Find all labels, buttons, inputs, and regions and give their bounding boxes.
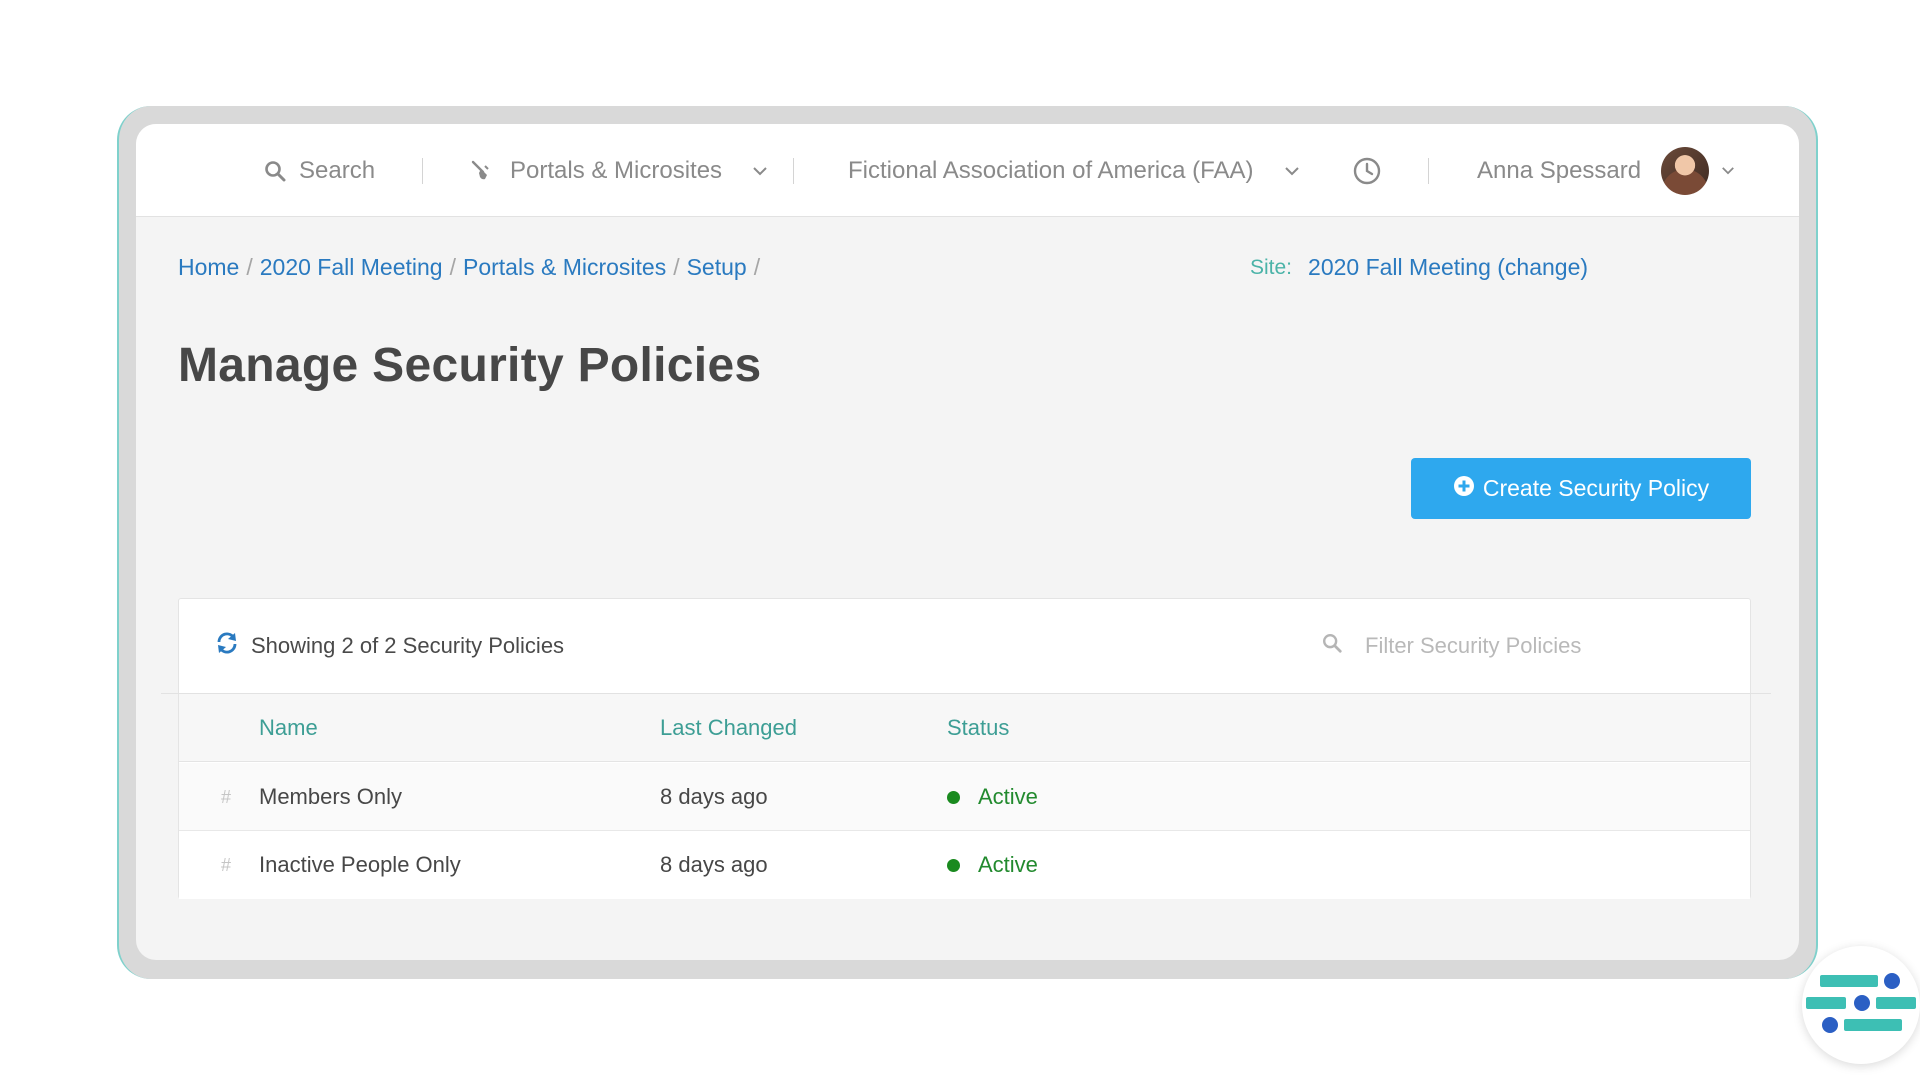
app-window: Search Portals & Microsites Fictional As… xyxy=(136,124,1920,1064)
breadcrumb-separator: / xyxy=(449,254,456,280)
status-dot-icon xyxy=(947,858,960,872)
divider xyxy=(422,158,423,184)
filter-input[interactable] xyxy=(1365,633,1665,659)
row-drag-handle[interactable]: # xyxy=(221,763,231,831)
clock-icon xyxy=(1352,156,1382,186)
results-count-text: Showing 2 of 2 Security Policies xyxy=(251,633,565,658)
refresh-icon[interactable] xyxy=(215,631,239,661)
breadcrumb-separator: / xyxy=(753,254,761,280)
help-widget-icon xyxy=(1802,973,1920,1068)
plug-icon xyxy=(470,159,494,183)
plus-circle-icon xyxy=(1453,475,1475,503)
breadcrumb-separator: / xyxy=(246,254,253,280)
divider xyxy=(793,158,794,184)
column-header-name[interactable]: Name xyxy=(259,694,318,762)
status-text: Active xyxy=(978,852,1038,877)
chevron-down-icon xyxy=(1721,166,1735,175)
chevron-down-icon xyxy=(752,166,768,176)
last-changed: 8 days ago xyxy=(660,784,768,809)
site-change-link[interactable]: 2020 Fall Meeting (change) xyxy=(1308,254,1588,281)
breadcrumb-portals[interactable]: Portals & Microsites xyxy=(463,254,666,281)
search-icon xyxy=(1321,632,1343,660)
row-drag-handle[interactable]: # xyxy=(221,831,231,899)
filter-box xyxy=(1321,599,1665,693)
column-header-status[interactable]: Status xyxy=(947,694,1009,762)
table-header: Name Last Changed Status xyxy=(179,694,1750,762)
create-security-policy-button[interactable]: Create Security Policy xyxy=(1411,458,1751,519)
breadcrumb-separator: / xyxy=(673,254,680,280)
site-label: Site: xyxy=(1250,256,1293,279)
breadcrumb-meeting[interactable]: 2020 Fall Meeting xyxy=(260,254,443,281)
avatar xyxy=(1661,146,1710,195)
global-search[interactable]: Search xyxy=(263,124,375,217)
policy-name[interactable]: Inactive People Only xyxy=(259,831,461,899)
breadcrumb-setup[interactable]: Setup xyxy=(687,254,747,281)
breadcrumb-home[interactable]: Home xyxy=(178,254,239,281)
table-row[interactable]: # Inactive People Only 8 days ago Active xyxy=(179,831,1750,899)
organization-label: Fictional Association of America (FAA) xyxy=(848,156,1254,184)
results-summary: Showing 2 of 2 Security Policies xyxy=(215,599,564,693)
help-widget-button[interactable] xyxy=(1802,946,1920,1064)
site-selector: Site: 2020 Fall Meeting (change) xyxy=(1250,254,1588,281)
breadcrumb: Home / 2020 Fall Meeting / Portals & Mic… xyxy=(178,254,767,281)
module-label: Portals & Microsites xyxy=(510,156,723,184)
table-row[interactable]: # Members Only 8 days ago Active xyxy=(179,763,1750,831)
organization-switcher[interactable]: Fictional Association of America (FAA) xyxy=(848,124,1300,217)
page-title: Manage Security Policies xyxy=(178,339,762,392)
table-toolbar: Showing 2 of 2 Security Policies xyxy=(179,599,1750,693)
user-name: Anna Spessard xyxy=(1477,156,1642,184)
user-menu[interactable]: Anna Spessard xyxy=(1477,124,1735,217)
history-button[interactable] xyxy=(1352,124,1382,217)
search-icon xyxy=(263,159,287,183)
policy-name[interactable]: Members Only xyxy=(259,763,402,831)
status-text: Active xyxy=(978,784,1038,809)
policies-table-card: Showing 2 of 2 Security Policies Name La… xyxy=(161,598,1771,899)
column-header-last-changed[interactable]: Last Changed xyxy=(660,694,797,762)
module-switcher[interactable]: Portals & Microsites xyxy=(470,124,768,217)
status-badge: Active xyxy=(947,831,1038,899)
divider xyxy=(1428,158,1429,184)
last-changed: 8 days ago xyxy=(660,852,768,877)
status-dot-icon xyxy=(947,790,960,804)
chevron-down-icon xyxy=(1284,166,1300,176)
create-button-label: Create Security Policy xyxy=(1482,475,1710,501)
search-label: Search xyxy=(299,156,376,184)
status-badge: Active xyxy=(947,763,1038,831)
top-navigation-bar: Search Portals & Microsites Fictional As… xyxy=(136,124,1799,217)
